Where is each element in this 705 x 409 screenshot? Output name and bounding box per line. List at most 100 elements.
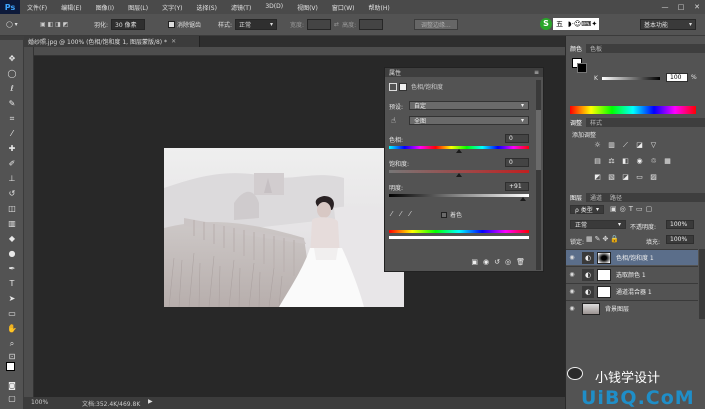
targeted-adjust-icon[interactable]: ☝	[391, 116, 396, 125]
menu-item-5[interactable]: 选择(S)	[189, 3, 224, 12]
swap-icon[interactable]: ⇄	[334, 21, 339, 28]
invert-icon[interactable]: ◩	[594, 174, 601, 181]
brightness-icon[interactable]: ☼	[594, 142, 601, 149]
reset-icon[interactable]: ↺	[494, 258, 500, 266]
tab-swatches[interactable]: 色板	[586, 44, 606, 53]
lightness-input[interactable]: +91	[505, 182, 529, 191]
properties-header[interactable]: 属性 ≡	[385, 68, 543, 77]
zoom-level[interactable]: 100%	[31, 399, 48, 406]
tab-layers[interactable]: 图层	[566, 193, 587, 202]
workspace-select[interactable]: 基本功能 ▾	[640, 19, 696, 30]
minimize-button[interactable]: —	[657, 0, 673, 14]
width-input[interactable]	[307, 19, 332, 30]
lightness-slider-thumb[interactable]	[520, 197, 526, 201]
lasso-tool-icon[interactable]: ℓ	[6, 84, 18, 94]
history-brush-tool-icon[interactable]: ↺	[6, 189, 18, 199]
menu-item-8[interactable]: 视图(V)	[290, 3, 325, 12]
layer-row[interactable]: ◉ ◐ 通道混合器 1	[566, 283, 698, 299]
menu-item-0[interactable]: 文件(F)	[20, 3, 54, 12]
clone-stamp-tool-icon[interactable]: ⊥	[6, 174, 18, 184]
blur-tool-icon[interactable]: ◆	[6, 234, 18, 244]
menu-item-2[interactable]: 图像(I)	[89, 3, 121, 12]
menu-item-4[interactable]: 文字(Y)	[155, 3, 189, 12]
lightness-slider[interactable]	[389, 194, 529, 197]
menu-item-1[interactable]: 编辑(E)	[54, 3, 88, 12]
layer-visibility-icon[interactable]: ◉	[566, 267, 578, 283]
default-colors-icon[interactable]: ⊡	[6, 352, 18, 362]
tab-close-icon[interactable]: ✕	[171, 38, 176, 45]
feather-input[interactable]: 30 像素	[111, 19, 146, 30]
eyedropper-plus-icon[interactable]: ⁄	[400, 210, 401, 218]
exposure-icon[interactable]: ◪	[636, 142, 643, 149]
document-tab[interactable]: 婚纱照.jpg @ 100% (色相/饱和度 1, 图层蒙版/8) * ✕	[24, 36, 200, 47]
ime-extra-icons[interactable]: ◗·☺⌨✦	[566, 17, 600, 30]
layer-thumbnail[interactable]: ◐	[582, 268, 594, 281]
selective-color-icon[interactable]: ▨	[650, 174, 657, 181]
clip-to-layer-icon[interactable]: ▣	[471, 258, 478, 266]
properties-scrollbar[interactable]	[536, 80, 541, 270]
layer-mask-thumbnail[interactable]	[597, 268, 611, 281]
view-previous-icon[interactable]: ◉	[483, 258, 489, 266]
layer-thumbnail[interactable]: ◐	[582, 285, 594, 298]
hue-input[interactable]: 0	[505, 134, 529, 143]
eraser-tool-icon[interactable]: ◫	[6, 204, 18, 214]
bg-color-swatch[interactable]	[577, 63, 587, 73]
curves-icon[interactable]: ⟋	[622, 142, 629, 149]
ime-toolbar[interactable]: S 五 ◗·☺⌨✦	[540, 17, 600, 30]
layer-visibility-icon[interactable]: ◉	[566, 284, 578, 300]
layer-visibility-icon[interactable]: ◉	[566, 250, 578, 266]
screen-mode-icon[interactable]: ▢	[6, 394, 18, 404]
photo-filter-icon[interactable]: ◉	[636, 158, 643, 165]
blend-mode-select[interactable]: 正常 ▾	[570, 220, 626, 229]
layer-mask-thumbnail[interactable]	[597, 251, 611, 264]
layer-row[interactable]: ◉ ◐ 选取颜色 1	[566, 266, 698, 282]
close-button[interactable]: ✕	[689, 0, 705, 14]
gradient-tool-icon[interactable]: ▥	[6, 219, 18, 229]
mask-icon[interactable]	[399, 82, 407, 91]
tab-styles[interactable]: 样式	[586, 118, 606, 127]
type-tool-icon[interactable]: T	[6, 279, 18, 289]
quick-mask-icon[interactable]: ◙	[6, 381, 18, 391]
refine-edge-button[interactable]: 调整边缘...	[414, 19, 458, 30]
healing-brush-tool-icon[interactable]: ✚	[6, 144, 18, 154]
tools-grip[interactable]	[0, 36, 24, 40]
layer-row[interactable]: ◉ 背景图层	[566, 300, 698, 316]
foreground-color-swatch[interactable]	[6, 362, 15, 371]
k-input[interactable]: 100	[666, 73, 688, 82]
menu-item-7[interactable]: 3D(D)	[258, 3, 290, 12]
menu-item-6[interactable]: 滤镜(T)	[224, 3, 258, 12]
opacity-input[interactable]: 100%	[666, 220, 694, 229]
color-ramp[interactable]	[570, 106, 696, 114]
menu-item-3[interactable]: 图层(L)	[121, 3, 155, 12]
menu-item-9[interactable]: 窗口(W)	[325, 3, 362, 12]
layers-scrollbar[interactable]	[699, 249, 705, 319]
hue-slider-thumb[interactable]	[456, 149, 462, 153]
layer-visibility-icon[interactable]: ◉	[566, 301, 578, 317]
layer-row[interactable]: ◉ ◐ 色相/饱和度 1	[566, 249, 698, 265]
dodge-tool-icon[interactable]: ●	[6, 249, 18, 259]
tab-channels[interactable]: 通道	[586, 193, 606, 202]
tab-color[interactable]: 颜色	[566, 44, 587, 53]
eyedropper-minus-icon[interactable]: ⁄	[409, 210, 410, 218]
selection-mode-icons[interactable]: ▣ ◧ ◨ ◩	[40, 19, 68, 30]
eyedropper-icon[interactable]: ⁄	[391, 210, 392, 218]
photo-canvas[interactable]	[164, 148, 404, 307]
hand-tool-icon[interactable]: ✋	[6, 324, 18, 334]
layer-thumbnail[interactable]	[582, 302, 600, 315]
marquee-tool-icon[interactable]: ◯	[6, 69, 18, 79]
elliptical-marquee-icon[interactable]: ◯ ▾	[6, 19, 18, 30]
hue-saturation-icon[interactable]: ▤	[594, 158, 601, 165]
gradient-map-icon[interactable]: ▭	[636, 174, 643, 181]
colorize-checkbox[interactable]	[441, 211, 447, 218]
vibrance-icon[interactable]: ▽	[650, 142, 657, 149]
black-white-icon[interactable]: ◧	[622, 158, 629, 165]
color-balance-icon[interactable]: ⚖	[608, 158, 615, 165]
visibility-icon[interactable]: ◎	[505, 258, 511, 266]
style-select[interactable]: 正常 ▾	[235, 19, 278, 30]
fill-input[interactable]: 100%	[666, 235, 694, 244]
channel-mixer-icon[interactable]: ♲	[650, 158, 657, 165]
quick-select-tool-icon[interactable]: ✎	[6, 99, 18, 109]
adjustment-icon[interactable]	[389, 82, 397, 91]
tab-adjustments[interactable]: 调整	[566, 118, 587, 127]
threshold-icon[interactable]: ◪	[622, 174, 629, 181]
